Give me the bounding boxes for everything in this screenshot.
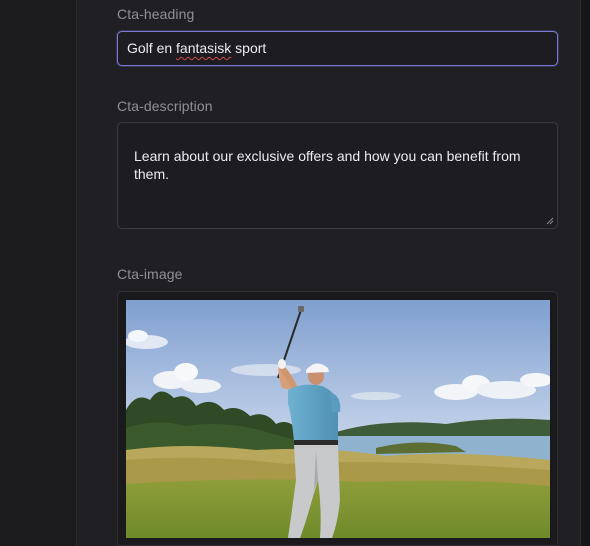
cta-heading-input[interactable]: Golf en fantasisk sport <box>117 31 558 66</box>
golfer-photo <box>126 300 550 538</box>
cta-heading-label: Cta-heading <box>117 6 195 22</box>
cta-heading-value-part: Golf en <box>127 40 177 56</box>
cta-heading-value-part: sport <box>231 40 267 56</box>
cta-image-picker[interactable] <box>117 291 558 546</box>
cta-image-label: Cta-image <box>117 266 183 282</box>
right-scroll-gutter[interactable] <box>580 0 590 546</box>
resize-handle-icon[interactable] <box>546 217 554 225</box>
left-sidebar-gutter <box>0 0 77 546</box>
cta-description-value: Learn about our exclusive offers and how… <box>134 148 521 182</box>
cta-description-textarea[interactable]: Learn about our exclusive offers and how… <box>117 122 558 229</box>
cta-description-label: Cta-description <box>117 98 213 114</box>
spellcheck-misspelled-word[interactable]: fantasisk <box>176 40 231 56</box>
